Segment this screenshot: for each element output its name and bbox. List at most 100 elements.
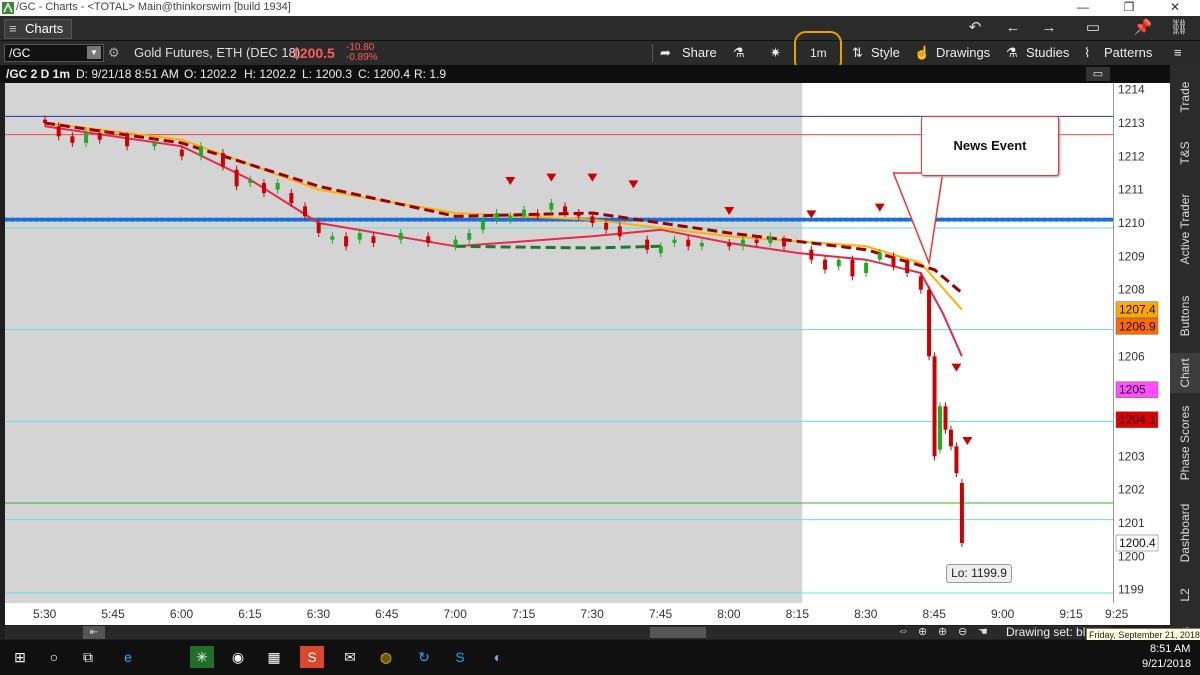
zoom-in-icon[interactable]: ⊕ bbox=[938, 625, 947, 638]
studies-button[interactable]: Studies bbox=[1026, 43, 1069, 63]
drawings-icon[interactable]: ☝ bbox=[914, 43, 930, 63]
bar-range: R: 1.9 bbox=[414, 67, 447, 81]
side-tab-t-s[interactable]: T&S bbox=[1170, 131, 1200, 175]
settings-gear-icon[interactable]: ✷ bbox=[770, 43, 781, 63]
symbol-input[interactable]: /GC ▼ bbox=[4, 44, 104, 62]
forward-arrow-icon[interactable]: → bbox=[1036, 18, 1062, 38]
candle bbox=[927, 289, 932, 357]
drawings-button[interactable]: Drawings bbox=[936, 43, 990, 63]
candle bbox=[330, 236, 335, 240]
candle bbox=[836, 259, 841, 267]
price-tick-label: 1211 bbox=[1118, 183, 1144, 197]
bar-low: L: 1200.3 bbox=[302, 67, 353, 81]
link-icon[interactable]: ⛓ bbox=[1166, 18, 1192, 38]
app-icon bbox=[2, 2, 14, 14]
time-tick-label: 9:25 bbox=[1105, 607, 1129, 621]
time-axis-svg: 5:30 5:45 6:00 6:15 6:30 6:45 7:00 7:15 7:30 7:45… bbox=[33, 607, 1129, 621]
candle bbox=[918, 276, 923, 290]
skype-icon[interactable]: S bbox=[448, 646, 472, 668]
clock-time: 8:51 AM bbox=[1150, 643, 1191, 655]
style-icon[interactable]: ⇅ bbox=[852, 43, 863, 63]
start-windows-icon[interactable]: ⊞ bbox=[8, 646, 32, 668]
pan-icon[interactable]: ⇔ bbox=[898, 625, 909, 637]
app-badge-icon[interactable]: ◐ bbox=[486, 646, 510, 668]
zoom-out-icon[interactable]: ⊖ bbox=[958, 625, 967, 638]
low-callout: Lo: 1199.9 bbox=[946, 564, 1012, 583]
window-title: /GC - Charts - <TOTAL> Main@thinkorswim … bbox=[16, 1, 291, 13]
price-label: 1200.4 bbox=[1119, 536, 1156, 550]
scrollbar-thumb[interactable] bbox=[650, 627, 706, 638]
chrome-icon[interactable]: ◍ bbox=[374, 646, 398, 668]
time-tick-label: 8:45 bbox=[923, 607, 947, 621]
scroll-home-icon[interactable]: ⇤ bbox=[83, 626, 105, 639]
side-tab-phase-scores[interactable]: Phase Scores bbox=[1170, 397, 1200, 489]
style-button[interactable]: Style bbox=[871, 43, 900, 63]
side-tab-chart[interactable]: Chart bbox=[1170, 353, 1200, 393]
side-tabs: Trade T&S Active Trader Buttons Chart Phase S… bbox=[1170, 65, 1200, 657]
share-icon[interactable]: ➦ bbox=[660, 43, 671, 63]
timeframe-button[interactable]: 1m bbox=[810, 43, 827, 63]
window-menu-icon[interactable]: ▭ bbox=[1080, 18, 1106, 38]
studies-icon[interactable]: ⚗ bbox=[1006, 43, 1018, 63]
flask-icon[interactable]: ⚗ bbox=[733, 43, 745, 63]
symbol-value: /GC bbox=[9, 46, 31, 60]
price-label: 1204.1 bbox=[1119, 413, 1156, 427]
webcam-icon[interactable]: ◉ bbox=[226, 646, 250, 668]
side-tab-l2[interactable]: L2 bbox=[1170, 577, 1200, 613]
tab-charts-label: Charts bbox=[25, 21, 64, 36]
pin-icon[interactable]: 📌 bbox=[1130, 18, 1156, 38]
symbol-settings-icon[interactable]: ⚙ bbox=[108, 43, 120, 63]
candle bbox=[248, 179, 253, 183]
chart-label: /GC 2 D 1m bbox=[6, 67, 71, 81]
search-circle-icon[interactable]: ○ bbox=[42, 646, 66, 668]
patterns-button[interactable]: Patterns bbox=[1104, 43, 1152, 63]
hand-icon[interactable]: ☚ bbox=[978, 625, 988, 638]
side-tab-trade[interactable]: Trade bbox=[1170, 67, 1200, 127]
side-tab-active-trader[interactable]: Active Trader bbox=[1170, 179, 1200, 279]
minimize-button[interactable]: — bbox=[1060, 0, 1106, 16]
candle bbox=[699, 243, 704, 247]
thinkorswim-icon[interactable]: ✳ bbox=[190, 646, 214, 668]
share-button[interactable]: Share bbox=[682, 43, 717, 63]
candle bbox=[672, 239, 677, 243]
price-tick-label: 1208 bbox=[1118, 283, 1145, 297]
candle bbox=[275, 183, 280, 190]
price-tick-label: 1210 bbox=[1118, 216, 1145, 230]
dropdown-arrow-icon[interactable]: ▼ bbox=[87, 46, 101, 59]
side-tab-dashboard[interactable]: Dashboard bbox=[1170, 493, 1200, 573]
mail-icon[interactable]: ✉ bbox=[338, 646, 362, 668]
symbol-description: Gold Futures, ETH (DEC 18) bbox=[134, 45, 301, 60]
time-axis: 5:30 5:45 6:00 6:15 6:30 6:45 7:00 7:15 7:30 7:45… bbox=[5, 603, 1170, 625]
candle bbox=[823, 259, 828, 270]
time-tick-label: 8:30 bbox=[854, 607, 878, 621]
price-chart[interactable]: News Event Lo: 1199.9 bbox=[3, 83, 1115, 603]
drawing-set[interactable]: Drawing set: bl bbox=[1006, 625, 1085, 639]
tab-charts[interactable]: ≡ Charts bbox=[4, 19, 73, 39]
chart-toolbar: /GC ▼ ⚙ Gold Futures, ETH (DEC 18) 1200.… bbox=[0, 31, 1200, 73]
patterns-icon[interactable]: ⌇ bbox=[1084, 43, 1090, 63]
edge-icon[interactable]: e bbox=[116, 646, 140, 668]
back-arrow-icon[interactable]: ← bbox=[1000, 18, 1026, 38]
close-button[interactable]: ✕ bbox=[1152, 0, 1198, 16]
crosshair-icon[interactable]: ⊕ bbox=[918, 625, 927, 638]
side-tab-buttons[interactable]: Buttons bbox=[1170, 283, 1200, 349]
task-view-icon[interactable]: ⧉ bbox=[76, 646, 100, 668]
candle bbox=[959, 483, 964, 543]
candle bbox=[549, 203, 554, 210]
time-tick-label: 5:30 bbox=[33, 607, 57, 621]
candle bbox=[467, 233, 472, 240]
snagit-icon[interactable]: S bbox=[300, 646, 324, 668]
more-menu-icon[interactable]: ≡ bbox=[1174, 43, 1182, 63]
chart-collapse-icon[interactable]: ▭ bbox=[1086, 67, 1110, 81]
maximize-button[interactable]: ❐ bbox=[1106, 0, 1152, 16]
undo-icon[interactable]: ↶ bbox=[962, 18, 988, 38]
refresh-app-icon[interactable]: ↻ bbox=[412, 646, 436, 668]
candle bbox=[905, 263, 910, 273]
price-tick-label: 1214 bbox=[1118, 83, 1145, 97]
time-tick-label: 6:45 bbox=[375, 607, 399, 621]
bar-close: C: 1200.4 bbox=[358, 67, 411, 81]
candle bbox=[948, 429, 953, 447]
price-axis[interactable]: 1199120012011202120312041205120612071208… bbox=[1113, 83, 1171, 603]
calculator-icon[interactable]: ▦ bbox=[262, 646, 286, 668]
candle bbox=[943, 406, 948, 430]
